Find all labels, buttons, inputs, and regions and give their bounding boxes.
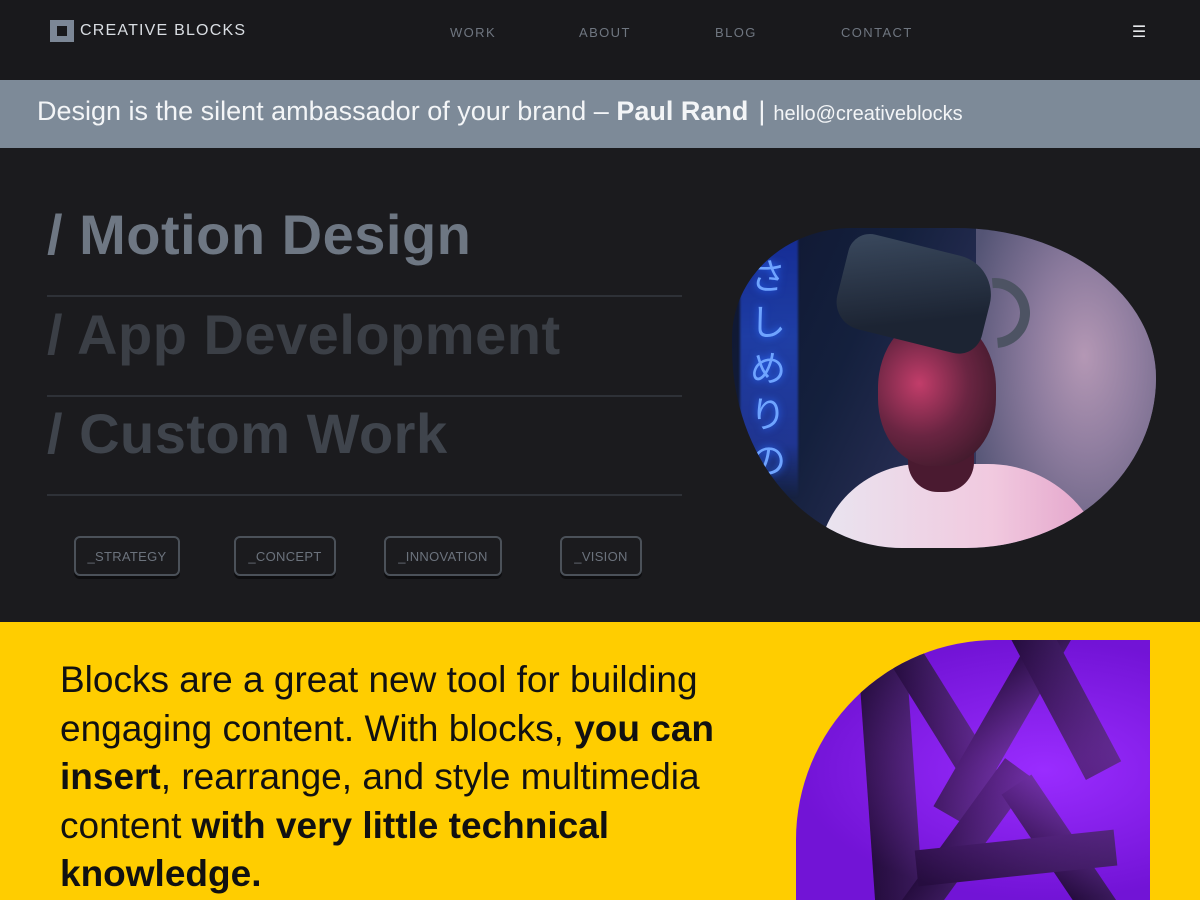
quote-separator: | [758, 96, 766, 126]
logo-text: CREATIVE BLOCKS [80, 22, 247, 39]
service-app-development[interactable]: / App Development [47, 298, 682, 397]
feature-paragraph: Blocks are a great new tool for building… [60, 656, 780, 899]
tag-label: _STRATEGY [87, 548, 167, 564]
logo[interactable]: CREATIVE BLOCKS [50, 20, 246, 42]
quote-text: Design is the silent ambassador of your … [37, 96, 617, 126]
nav-link-about[interactable]: ABOUT [579, 25, 631, 40]
tag-label: _CONCEPT [248, 548, 322, 564]
nav-link-work[interactable]: WORK [450, 25, 496, 40]
tag-label: _INNOVATION [398, 548, 488, 564]
quote-banner: Design is the silent ambassador of your … [0, 80, 1200, 148]
hamburger-icon[interactable]: ☰ [1128, 22, 1150, 44]
neon-sign-text: さしめりのし [749, 256, 786, 527]
quote-author: Paul Rand [616, 96, 749, 126]
feature-section: Blocks are a great new tool for building… [0, 622, 1200, 900]
vr-headset-icon [830, 229, 1000, 359]
service-label: / Motion Design [47, 203, 472, 266]
service-label: / App Development [47, 303, 561, 366]
service-label: / Custom Work [47, 402, 448, 465]
tag-concept[interactable]: _CONCEPT [234, 536, 336, 576]
nav-link-blog[interactable]: BLOG [715, 25, 757, 40]
hero-section: / Motion Design / App Development / Cust… [0, 148, 1200, 622]
abstract-3d-image [796, 640, 1150, 900]
contact-email[interactable]: hello@creativeblocks [773, 103, 962, 125]
tag-vision[interactable]: _VISION [560, 536, 642, 576]
nav-link-contact[interactable]: CONTACT [841, 25, 913, 40]
service-motion-design[interactable]: / Motion Design [47, 198, 682, 297]
tag-innovation[interactable]: _INNOVATION [384, 536, 502, 576]
vr-portrait-image: さしめりのし [732, 228, 1156, 548]
service-custom-work[interactable]: / Custom Work [47, 397, 682, 496]
tag-label: _VISION [574, 548, 628, 564]
tag-strategy[interactable]: _STRATEGY [74, 536, 180, 576]
abstract-glow [796, 640, 1150, 900]
top-nav: CREATIVE BLOCKS WORK ABOUT BLOG CONTACT … [0, 0, 1200, 80]
logo-square-icon [50, 20, 74, 42]
